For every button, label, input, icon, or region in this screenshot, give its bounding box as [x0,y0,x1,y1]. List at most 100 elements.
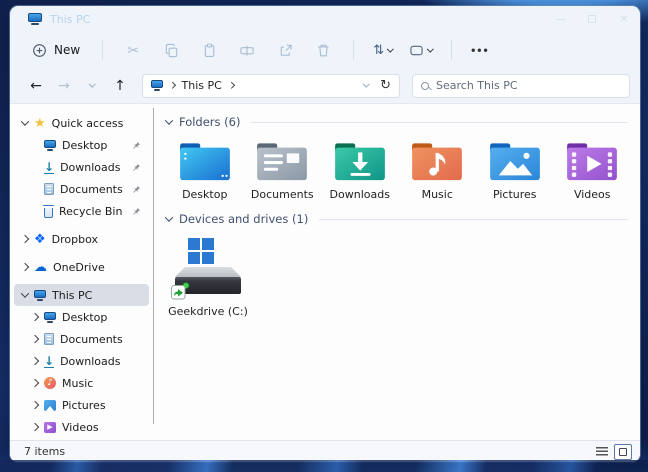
section-header-devices[interactable]: Devices and drives (1) [166,209,632,229]
drives-grid: Geekdrive (C:) [166,235,632,318]
forward-button[interactable]: → [52,74,76,98]
sidebar-item-this-pc-music[interactable]: ♪ Music [14,372,149,394]
video-icon: ▶ [44,422,56,433]
sidebar-item-this-pc[interactable]: This PC [14,284,149,306]
maximize-button[interactable] [576,6,608,32]
sort-icon: ⇅ [373,42,384,58]
view-icon [409,44,424,57]
desktop-wallpaper: This PC ✕ New ✂ [0,0,648,472]
breadcrumb-chevron-icon [228,82,234,88]
sidebar-item-documents[interactable]: Documents [14,178,149,200]
pin-icon[interactable] [132,185,141,194]
drive-tile-geekdrive-c[interactable]: Geekdrive (C:) [166,235,250,318]
folder-videos-icon [565,140,619,184]
address-dropdown-icon[interactable] [363,81,369,87]
more-options-button[interactable]: ••• [471,38,490,62]
sort-button[interactable]: ⇅ [373,38,392,62]
chevron-right-icon [31,357,39,365]
folder-tile-videos[interactable]: Videos [554,138,632,201]
sidebar-item-this-pc-downloads[interactable]: ↓ Downloads [14,350,149,372]
view-toggles [596,444,632,460]
chevron-down-icon [21,289,29,297]
search-box[interactable] [412,74,630,98]
pin-icon[interactable] [132,207,141,216]
copy-icon [164,43,179,58]
up-button[interactable]: ↑ [108,74,132,98]
new-button[interactable]: New [24,39,88,62]
new-button-label: New [54,43,80,57]
monitor-icon [44,140,56,151]
status-bar: 7 items [10,440,640,462]
copy-button[interactable] [160,38,182,62]
chevron-right-icon [21,235,29,243]
minimize-button[interactable] [544,6,576,32]
toolbar-separator [451,40,452,60]
address-bar[interactable]: This PC ↻ [142,74,400,98]
details-view-icon[interactable] [596,447,608,456]
folders-grid: Desktop [166,138,632,201]
command-toolbar: New ✂ [10,32,640,68]
document-icon [44,183,54,195]
folder-documents-icon [255,140,309,184]
rename-button[interactable] [236,38,258,62]
sidebar-item-this-pc-desktop[interactable]: Desktop [14,306,149,328]
up-arrow-icon: ↑ [114,78,126,94]
section-header-folders[interactable]: Folders (6) [166,112,632,132]
chevron-right-icon [21,263,29,271]
sidebar-item-onedrive[interactable]: ☁ OneDrive [14,256,149,278]
sidebar-item-quick-access[interactable]: ★ Quick access [14,112,149,134]
recent-locations-button[interactable] [80,74,104,98]
folder-music-icon [410,140,464,184]
trash-icon [316,43,331,58]
folder-tile-documents[interactable]: Documents [244,138,322,201]
pin-icon[interactable] [132,141,141,150]
folder-tile-desktop[interactable]: Desktop [166,138,244,201]
close-button[interactable]: ✕ [608,6,640,32]
view-button[interactable] [409,38,433,62]
chevron-down-icon [21,117,29,125]
paste-button[interactable] [198,38,220,62]
sidebar: ★ Quick access Desktop ↓ Downloads Docum… [10,104,153,440]
breadcrumb-item[interactable]: This PC [182,79,222,92]
document-icon [44,333,54,345]
rename-icon [239,43,255,58]
items-count: 7 items [24,445,65,458]
sidebar-item-this-pc-pictures[interactable]: Pictures [14,394,149,416]
sidebar-item-this-pc-documents[interactable]: Documents [14,328,149,350]
green-arrow-badge-icon [172,286,186,300]
sidebar-item-downloads[interactable]: ↓ Downloads [14,156,149,178]
main-content: Folders (6) Deskto [154,104,640,440]
chevron-down-icon [387,45,393,51]
folder-tile-music[interactable]: Music [399,138,477,201]
titlebar[interactable]: This PC ✕ [10,6,640,32]
toolbar-separator [102,40,103,60]
monitor-icon [34,290,46,301]
back-button[interactable]: ← [24,74,48,98]
hard-drive-windows-icon [171,237,245,301]
sidebar-item-this-pc-videos[interactable]: ▶ Videos [14,416,149,438]
delete-button[interactable] [312,38,334,62]
refresh-icon[interactable]: ↻ [380,78,391,93]
window-body: ★ Quick access Desktop ↓ Downloads Docum… [10,104,640,440]
plus-circle-icon [32,43,47,58]
sidebar-item-dropbox[interactable]: ❖ Dropbox [14,228,149,250]
chevron-down-icon [89,81,95,87]
share-button[interactable] [274,38,296,62]
sidebar-item-desktop[interactable]: Desktop [14,134,149,156]
pin-icon[interactable] [132,163,141,172]
toolbar-separator [353,40,354,60]
sidebar-item-recycle-bin[interactable]: Recycle Bin [14,200,149,222]
large-icons-view-button[interactable] [614,444,632,460]
cut-button[interactable]: ✂ [122,38,144,62]
search-input[interactable] [436,79,621,92]
onedrive-cloud-icon: ☁ [34,261,47,274]
this-pc-icon [151,80,163,91]
section-rule [319,219,628,220]
chevron-right-icon [31,313,39,321]
file-explorer-window: This PC ✕ New ✂ [10,6,640,462]
dropbox-icon: ❖ [34,233,46,246]
folder-tile-downloads[interactable]: Downloads [321,138,399,201]
section-title: Devices and drives (1) [179,212,308,226]
folder-tile-pictures[interactable]: Pictures [476,138,554,201]
music-note-icon: ♪ [44,377,56,389]
